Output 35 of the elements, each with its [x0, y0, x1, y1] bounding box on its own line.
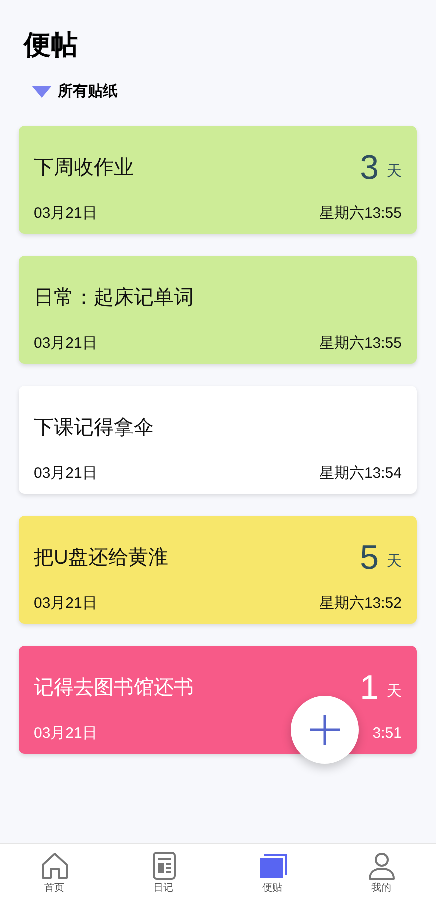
note-card[interactable]: 下周收作业 3 天 03月21日 星期六13:55 [19, 126, 417, 234]
note-title: 下课记得拿伞 [34, 416, 154, 440]
note-time: 星期六13:55 [319, 204, 402, 224]
plus-icon [309, 714, 341, 746]
stacked-cards-icon [258, 851, 288, 881]
note-time: 星期六13:55 [319, 334, 402, 354]
days-unit: 天 [387, 682, 402, 702]
filter-dropdown[interactable]: 所有贴纸 [32, 81, 118, 104]
note-date: 03月21日 [34, 724, 98, 744]
nav-tab[interactable]: 日记 [109, 844, 218, 900]
note-title: 把U盘还给黄淮 [34, 546, 168, 570]
note-time: 3:51 [372, 724, 402, 744]
days-unit: 天 [387, 552, 402, 572]
days-count: 5 [360, 538, 379, 578]
note-time: 星期六13:54 [319, 464, 402, 484]
nav-tab[interactable]: 便贴 [218, 844, 327, 900]
house-icon [40, 851, 70, 881]
note-card[interactable]: 把U盘还给黄淮 5 天 03月21日 星期六13:52 [19, 516, 417, 624]
days-count: 3 [360, 148, 379, 188]
note-time: 星期六13:52 [319, 594, 402, 614]
nav-tab[interactable]: 我的 [327, 844, 436, 900]
note-date: 03月21日 [34, 464, 98, 484]
note-date: 03月21日 [34, 334, 98, 354]
days-unit: 天 [387, 162, 402, 182]
note-title: 日常：起床记单词 [34, 286, 194, 310]
note-card[interactable]: 下课记得拿伞 03月21日 星期六13:54 [19, 386, 417, 494]
note-card[interactable]: 日常：起床记单词 03月21日 星期六13:55 [19, 256, 417, 364]
note-date: 03月21日 [34, 594, 98, 614]
note-title: 下周收作业 [34, 156, 134, 180]
note-title: 记得去图书馆还书 [34, 676, 194, 700]
nav-tab[interactable]: 首页 [0, 844, 109, 900]
note-date: 03月21日 [34, 204, 98, 224]
page-title: 便帖 [22, 29, 79, 62]
days-count: 1 [360, 668, 379, 708]
person-icon [366, 851, 396, 881]
